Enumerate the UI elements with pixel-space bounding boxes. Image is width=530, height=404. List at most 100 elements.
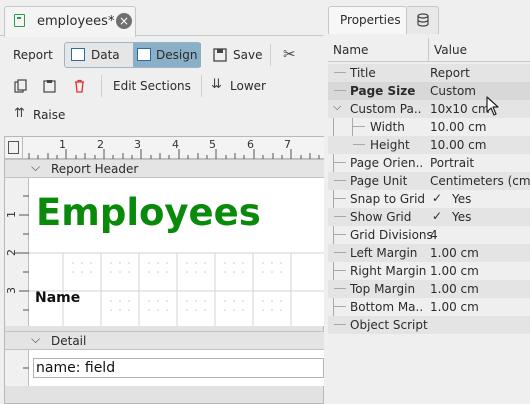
raise-button[interactable]: ⇈ Raise <box>11 103 71 128</box>
toolbar-divider <box>201 75 202 97</box>
vertical-ruler <box>5 350 29 386</box>
name-column-header[interactable]: Name <box>333 43 368 57</box>
property-value: 1.00 cm <box>430 282 479 296</box>
toolbar-divider <box>270 44 271 66</box>
column-divider <box>428 38 429 62</box>
property-row-title[interactable]: Title Report <box>328 64 530 82</box>
raise-label: Raise <box>33 108 66 122</box>
raise-icon: ⇈ <box>14 106 25 121</box>
vertical-ruler: 1 2 3 <box>5 178 29 326</box>
properties-tab[interactable]: Properties <box>328 6 407 34</box>
data-mode-label: Data <box>91 48 120 62</box>
ruler-mark: 2 <box>97 138 104 151</box>
vruler-ticks <box>23 367 29 369</box>
scissors-icon: ✂ <box>283 45 296 63</box>
design-mode-label: Design <box>156 48 198 62</box>
property-value: Custom <box>430 84 476 98</box>
edit-sections-label: Edit Sections <box>113 79 191 93</box>
property-row-right-margin[interactable]: Right Margin 1.00 cm <box>328 262 530 280</box>
save-label: Save <box>233 48 263 62</box>
property-row-grid-divisions[interactable]: Grid Divisions 4 <box>328 226 530 244</box>
property-row-object-script[interactable]: Object Script <box>328 316 530 334</box>
property-value: Yes <box>452 192 472 206</box>
toolbar-divider <box>101 75 102 97</box>
checkmark-icon[interactable]: ✓ <box>432 209 442 223</box>
property-name: Right Margin <box>350 264 427 278</box>
lower-label: Lower <box>230 79 266 93</box>
property-name: Grid Divisions <box>350 228 433 242</box>
report-header-label: Report Header <box>51 162 139 176</box>
name-field-box[interactable]: name: field <box>33 358 324 378</box>
trash-icon <box>75 79 84 93</box>
property-value: Centimeters (cm) <box>430 174 530 188</box>
document-tab[interactable]: employees* × <box>4 6 136 37</box>
property-value: 10.00 cm <box>430 120 487 134</box>
report-header-band[interactable]: ⌵ Report Header <box>5 159 324 178</box>
property-name: Page Size <box>350 84 416 98</box>
property-value: 4 <box>430 228 438 242</box>
ruler-mark: 6 <box>247 138 254 151</box>
property-name: Show Grid <box>350 210 412 224</box>
name-field-text: name: field <box>36 360 116 376</box>
design-mode-button[interactable]: Design <box>133 43 201 67</box>
property-row-page-orientation[interactable]: Page Orien... Portrait <box>328 154 530 172</box>
ruler-mark: 3 <box>5 287 18 294</box>
ruler-corner <box>5 137 23 159</box>
property-value: 10x10 cm <box>430 102 490 116</box>
name-column-label[interactable]: Name <box>35 290 80 306</box>
property-name: Top Margin <box>350 282 416 296</box>
property-value: 1.00 cm <box>430 300 479 314</box>
pencil-edit-icon <box>137 48 151 61</box>
expand-chevron-icon[interactable]: ⌵ <box>333 100 341 114</box>
property-name: Snap to Grid <box>350 192 426 206</box>
detail-band[interactable]: ⌵ Detail <box>5 331 324 350</box>
detail-canvas[interactable]: name: field <box>29 350 324 386</box>
report-header-canvas[interactable]: Employees Name <box>29 178 324 326</box>
property-row-bottom-margin[interactable]: Bottom Ma... 1.00 cm <box>328 298 530 316</box>
value-column-header[interactable]: Value <box>434 43 467 57</box>
report-label: Report <box>13 48 53 62</box>
copy-button[interactable] <box>11 74 31 99</box>
data-source-tab[interactable] <box>407 6 439 34</box>
property-name: Width <box>370 120 405 134</box>
property-name: Bottom Ma... <box>350 300 422 314</box>
database-icon <box>417 13 429 27</box>
property-value: Report <box>430 66 470 80</box>
report-title-text[interactable]: Employees <box>36 191 261 234</box>
property-value: 1.00 cm <box>430 246 479 260</box>
checkmark-icon[interactable]: ✓ <box>432 191 442 205</box>
page-icon <box>8 141 19 154</box>
delete-button[interactable] <box>70 74 90 99</box>
clipboard-icon <box>43 80 56 93</box>
close-tab-icon[interactable]: × <box>116 13 132 29</box>
horizontal-ruler: 1 2 3 4 5 6 7 <box>23 137 324 159</box>
collapse-chevron-icon[interactable]: ⌵ <box>31 332 40 347</box>
data-mode-button[interactable]: Data <box>65 43 133 67</box>
property-name: Left Margin <box>350 246 418 260</box>
paste-button[interactable] <box>40 74 60 99</box>
property-row-page-unit[interactable]: Page Unit Centimeters (cm) <box>328 172 530 190</box>
property-row-width[interactable]: Width 10.00 cm <box>328 118 530 136</box>
lower-icon: ⇊ <box>211 77 222 92</box>
cut-button[interactable]: ✂ <box>279 43 301 68</box>
ruler-mark: 2 <box>5 249 18 256</box>
property-name: Page Orien... <box>350 156 422 170</box>
table-icon <box>71 48 85 61</box>
property-name: Title <box>350 66 376 80</box>
property-name: Page Unit <box>350 174 408 188</box>
edit-sections-button[interactable]: Edit Sections <box>108 74 196 99</box>
save-button[interactable]: Save <box>209 43 264 68</box>
lower-button[interactable]: ⇊ Lower <box>207 74 267 99</box>
copy-icon <box>14 79 27 93</box>
property-row-height[interactable]: Height 10.00 cm <box>328 136 530 154</box>
save-icon <box>213 48 227 62</box>
property-name: Custom Pa... <box>350 102 422 116</box>
property-value: Portrait <box>430 156 475 170</box>
collapse-chevron-icon[interactable]: ⌵ <box>31 160 40 175</box>
report-file-icon <box>14 14 25 27</box>
property-row-left-margin[interactable]: Left Margin 1.00 cm <box>328 244 530 262</box>
property-row-top-margin[interactable]: Top Margin 1.00 cm <box>328 280 530 298</box>
properties-header: Name Value <box>328 38 530 62</box>
property-row-snap-to-grid[interactable]: Snap to Grid ✓ Yes <box>328 190 530 208</box>
property-row-show-grid[interactable]: Show Grid ✓ Yes <box>328 208 530 226</box>
